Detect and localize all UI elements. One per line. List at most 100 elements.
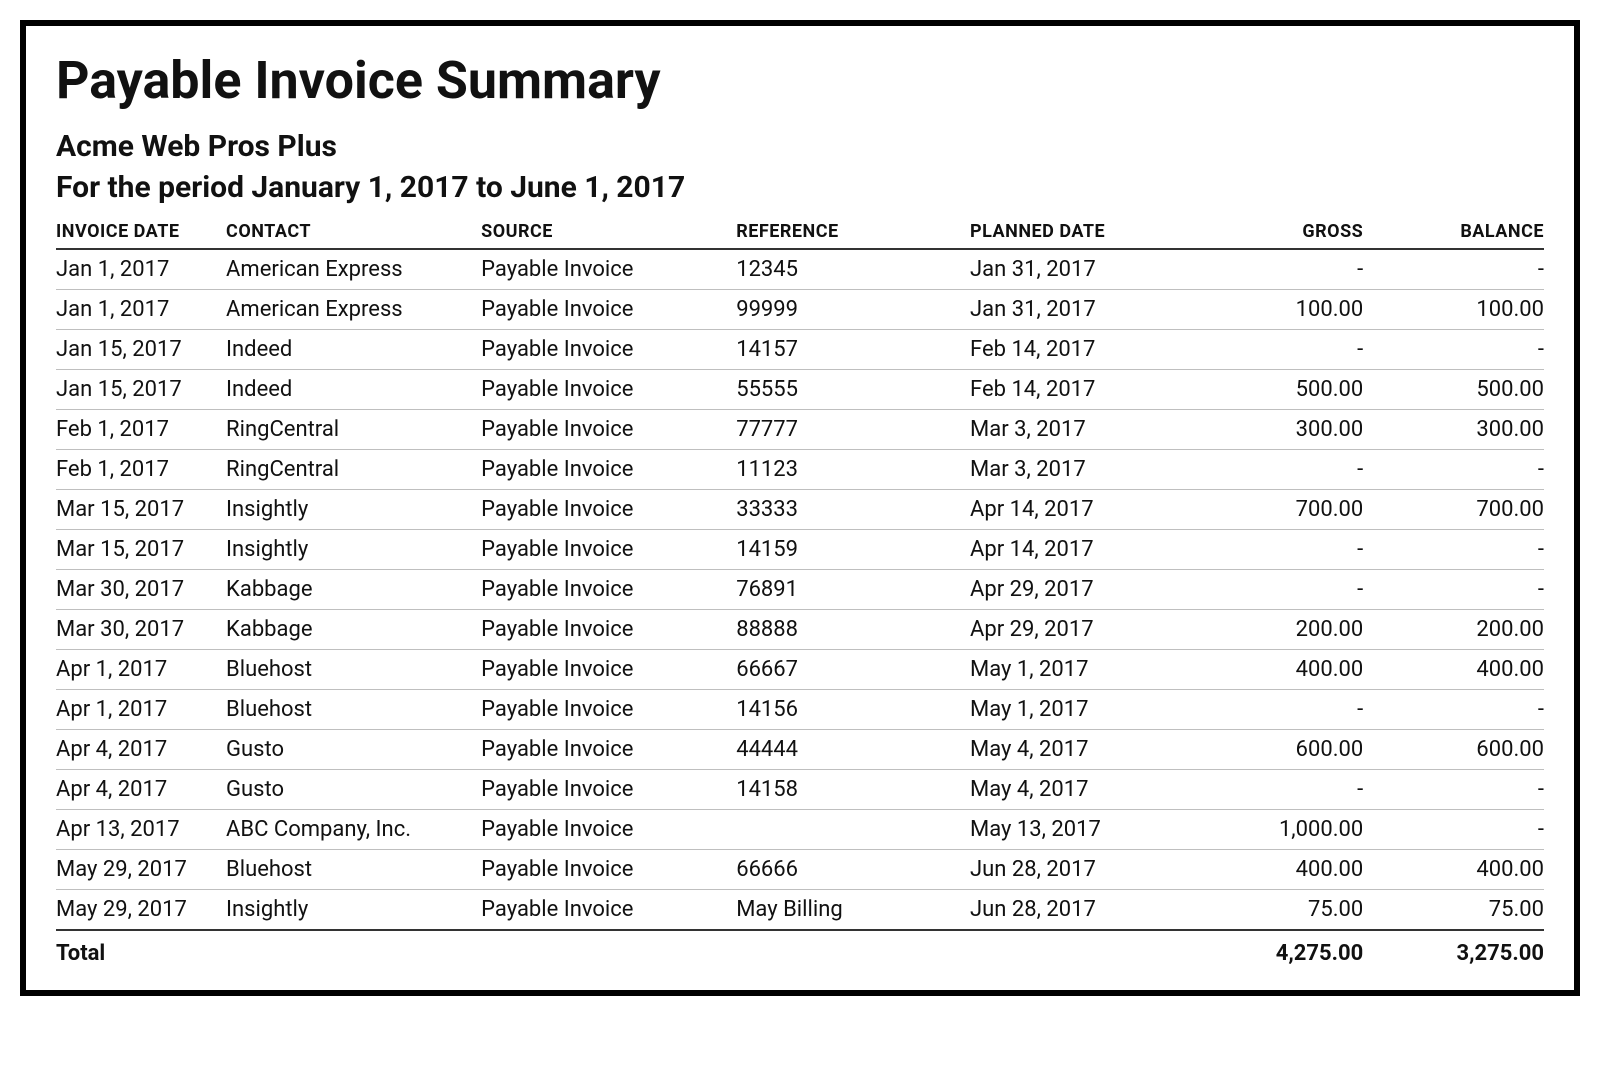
- cell-gross: -: [1183, 690, 1364, 730]
- cell-planned-date: Jun 28, 2017: [970, 890, 1183, 931]
- cell-planned-date: Jun 28, 2017: [970, 850, 1183, 890]
- cell-balance: -: [1363, 249, 1544, 290]
- cell-contact: RingCentral: [226, 450, 481, 490]
- cell-source: Payable Invoice: [481, 770, 736, 810]
- cell-invoice-date: May 29, 2017: [56, 850, 226, 890]
- cell-contact: Indeed: [226, 330, 481, 370]
- cell-invoice-date: Apr 1, 2017: [56, 690, 226, 730]
- cell-contact: Bluehost: [226, 850, 481, 890]
- cell-source: Payable Invoice: [481, 290, 736, 330]
- cell-reference: 12345: [736, 249, 970, 290]
- cell-invoice-date: Mar 30, 2017: [56, 610, 226, 650]
- cell-contact: Indeed: [226, 370, 481, 410]
- cell-planned-date: May 13, 2017: [970, 810, 1183, 850]
- cell-source: Payable Invoice: [481, 570, 736, 610]
- cell-source: Payable Invoice: [481, 410, 736, 450]
- cell-gross: 400.00: [1183, 650, 1364, 690]
- cell-reference: May Billing: [736, 890, 970, 931]
- cell-reference: 99999: [736, 290, 970, 330]
- cell-planned-date: Apr 29, 2017: [970, 570, 1183, 610]
- cell-planned-date: Feb 14, 2017: [970, 330, 1183, 370]
- cell-balance: -: [1363, 770, 1544, 810]
- cell-balance: 75.00: [1363, 890, 1544, 931]
- cell-invoice-date: Feb 1, 2017: [56, 410, 226, 450]
- cell-contact: Bluehost: [226, 650, 481, 690]
- cell-source: Payable Invoice: [481, 530, 736, 570]
- total-gross: 4,275.00: [1183, 930, 1364, 970]
- cell-balance: 400.00: [1363, 850, 1544, 890]
- table-row: Jan 1, 2017American ExpressPayable Invoi…: [56, 290, 1544, 330]
- cell-source: Payable Invoice: [481, 610, 736, 650]
- report-title: Payable Invoice Summary: [56, 50, 1544, 111]
- cell-balance: 200.00: [1363, 610, 1544, 650]
- table-row: May 29, 2017InsightlyPayable InvoiceMay …: [56, 890, 1544, 931]
- cell-invoice-date: Feb 1, 2017: [56, 450, 226, 490]
- cell-balance: 100.00: [1363, 290, 1544, 330]
- cell-reference: 55555: [736, 370, 970, 410]
- cell-invoice-date: Mar 15, 2017: [56, 530, 226, 570]
- cell-planned-date: Apr 14, 2017: [970, 530, 1183, 570]
- cell-source: Payable Invoice: [481, 370, 736, 410]
- cell-invoice-date: Jan 15, 2017: [56, 370, 226, 410]
- cell-source: Payable Invoice: [481, 730, 736, 770]
- cell-source: Payable Invoice: [481, 330, 736, 370]
- cell-balance: -: [1363, 690, 1544, 730]
- cell-planned-date: Jan 31, 2017: [970, 249, 1183, 290]
- cell-contact: Gusto: [226, 730, 481, 770]
- cell-gross: -: [1183, 450, 1364, 490]
- cell-source: Payable Invoice: [481, 690, 736, 730]
- cell-gross: 300.00: [1183, 410, 1364, 450]
- cell-balance: 500.00: [1363, 370, 1544, 410]
- cell-reference: 14158: [736, 770, 970, 810]
- cell-contact: American Express: [226, 249, 481, 290]
- cell-source: Payable Invoice: [481, 810, 736, 850]
- table-row: Mar 15, 2017InsightlyPayable Invoice3333…: [56, 490, 1544, 530]
- cell-planned-date: Mar 3, 2017: [970, 450, 1183, 490]
- cell-gross: 500.00: [1183, 370, 1364, 410]
- cell-gross: 100.00: [1183, 290, 1364, 330]
- cell-source: Payable Invoice: [481, 450, 736, 490]
- cell-gross: -: [1183, 330, 1364, 370]
- cell-planned-date: May 4, 2017: [970, 770, 1183, 810]
- cell-balance: -: [1363, 330, 1544, 370]
- report-frame: Payable Invoice Summary Acme Web Pros Pl…: [20, 20, 1580, 996]
- table-row: Feb 1, 2017RingCentralPayable Invoice777…: [56, 410, 1544, 450]
- cell-reference: 14156: [736, 690, 970, 730]
- cell-gross: -: [1183, 530, 1364, 570]
- total-balance: 3,275.00: [1363, 930, 1544, 970]
- cell-gross: 400.00: [1183, 850, 1364, 890]
- cell-contact: Insightly: [226, 890, 481, 931]
- table-row: Mar 15, 2017InsightlyPayable Invoice1415…: [56, 530, 1544, 570]
- col-header-reference: REFERENCE: [736, 215, 970, 249]
- cell-invoice-date: Jan 1, 2017: [56, 290, 226, 330]
- cell-gross: 1,000.00: [1183, 810, 1364, 850]
- table-row: Apr 13, 2017ABC Company, Inc.Payable Inv…: [56, 810, 1544, 850]
- col-header-gross: GROSS: [1183, 215, 1364, 249]
- cell-planned-date: May 1, 2017: [970, 690, 1183, 730]
- table-header-row: INVOICE DATE CONTACT SOURCE REFERENCE PL…: [56, 215, 1544, 249]
- cell-contact: Kabbage: [226, 610, 481, 650]
- cell-planned-date: Jan 31, 2017: [970, 290, 1183, 330]
- cell-gross: 600.00: [1183, 730, 1364, 770]
- col-header-invoice-date: INVOICE DATE: [56, 215, 226, 249]
- cell-gross: -: [1183, 570, 1364, 610]
- cell-invoice-date: Apr 1, 2017: [56, 650, 226, 690]
- cell-reference: 88888: [736, 610, 970, 650]
- cell-planned-date: May 1, 2017: [970, 650, 1183, 690]
- cell-source: Payable Invoice: [481, 850, 736, 890]
- table-row: Mar 30, 2017KabbagePayable Invoice88888A…: [56, 610, 1544, 650]
- cell-reference: 77777: [736, 410, 970, 450]
- cell-balance: 400.00: [1363, 650, 1544, 690]
- cell-reference: 14157: [736, 330, 970, 370]
- table-row: Apr 1, 2017BluehostPayable Invoice14156M…: [56, 690, 1544, 730]
- cell-balance: -: [1363, 450, 1544, 490]
- cell-contact: Insightly: [226, 490, 481, 530]
- cell-contact: RingCentral: [226, 410, 481, 450]
- col-header-planned-date: PLANNED DATE: [970, 215, 1183, 249]
- table-row: Apr 1, 2017BluehostPayable Invoice66667M…: [56, 650, 1544, 690]
- cell-gross: 200.00: [1183, 610, 1364, 650]
- cell-contact: Bluehost: [226, 690, 481, 730]
- cell-invoice-date: Jan 1, 2017: [56, 249, 226, 290]
- table-row: Mar 30, 2017KabbagePayable Invoice76891A…: [56, 570, 1544, 610]
- table-row: Jan 1, 2017American ExpressPayable Invoi…: [56, 249, 1544, 290]
